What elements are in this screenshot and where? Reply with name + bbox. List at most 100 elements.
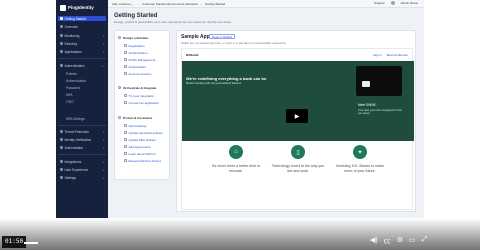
fullscreen-icon[interactable]: ⤢ bbox=[422, 236, 428, 246]
puzzle-icon bbox=[60, 160, 63, 163]
gear-icon bbox=[60, 176, 63, 179]
sidebar-subitem-mfa-settings[interactable]: MFA Settings bbox=[66, 116, 85, 121]
chevron-right-icon: › bbox=[103, 33, 104, 38]
sidebar-item-label: Threat Protection bbox=[64, 129, 89, 134]
page-title: Getting Started bbox=[114, 13, 158, 19]
player-controls: 01:50 ◀) ㏄ ⚙ ▭ ⤢ bbox=[0, 234, 480, 250]
bank-navbar: BXRetail Sign In Become Member bbox=[182, 49, 414, 61]
sidebar-item-threat-protection[interactable]: Threat Protection › bbox=[58, 129, 106, 134]
chevron-right-icon: › bbox=[103, 167, 104, 172]
checklist-item[interactable]: Registration bbox=[124, 43, 145, 48]
checklist-item-label: Add branding bbox=[128, 123, 147, 128]
sidebar-subitem-password[interactable]: Password bbox=[66, 85, 80, 90]
app-sidebar: PingIdentity Getting Started Overview Mo… bbox=[56, 0, 108, 218]
avatar[interactable] bbox=[390, 1, 395, 5]
checklist-item-label: Update password policies bbox=[128, 130, 163, 135]
checklist-item[interactable]: Authorization bbox=[124, 64, 146, 69]
sidebar-subitem-mfa[interactable]: MFA bbox=[66, 92, 73, 97]
checklist-item[interactable]: Authentication bbox=[124, 50, 148, 55]
sidebar-item-authentication[interactable]: Authentication ⌄ bbox=[58, 63, 106, 68]
checklist-item[interactable]: Try your integration bbox=[124, 93, 154, 98]
checklist-item[interactable]: Connect an application bbox=[124, 100, 159, 105]
chevron-right-icon: › bbox=[103, 41, 104, 46]
sidebar-subitem-policies[interactable]: Policies bbox=[66, 71, 77, 76]
checkbox-icon bbox=[124, 58, 127, 61]
hero-side-title: Meet SHINE. bbox=[358, 103, 377, 107]
logo-text: PingIdentity bbox=[68, 5, 94, 10]
feature-card[interactable]: ▯ Technology tuned to the way you live a… bbox=[270, 145, 326, 173]
bank-hero: We're redefining everything a bank can b… bbox=[182, 61, 414, 141]
palette-icon bbox=[60, 168, 63, 171]
progress-circle-icon bbox=[118, 86, 121, 89]
checklist-item-label: Try your integration bbox=[128, 93, 155, 98]
checklist-section-title[interactable]: Orchestrate & Integrate bbox=[118, 85, 156, 90]
reset-to-default-button[interactable]: Reset to Default bbox=[209, 34, 236, 39]
checklist-item-label: Add agreements bbox=[128, 144, 151, 149]
sidebar-item-label: Applications bbox=[64, 49, 82, 54]
sidebar-item-integrations[interactable]: Integrations › bbox=[58, 159, 106, 164]
checklist-item-label: Update MFA policies bbox=[128, 137, 156, 142]
checklist-item[interactable]: Profile Management bbox=[124, 57, 155, 62]
checklist-item[interactable]: Request DaVinci Access bbox=[124, 158, 161, 163]
checklist-section-title[interactable]: Protect & Customize bbox=[118, 115, 152, 120]
sidebar-item-applications[interactable]: Applications › bbox=[58, 49, 106, 54]
sidebar-item-directory[interactable]: Directory › bbox=[58, 41, 106, 46]
video-player[interactable]: PingIdentity Getting Started Overview Mo… bbox=[0, 0, 480, 250]
feature-text: It's never been a better time to relocat… bbox=[211, 164, 261, 173]
getting-started-checklist: Design a Solution Registration Authentic… bbox=[114, 30, 170, 180]
checklist-item[interactable]: Add agreements bbox=[124, 144, 151, 149]
app-logo: PingIdentity bbox=[60, 4, 94, 11]
bank-become-member-link[interactable]: Become Member bbox=[387, 53, 408, 57]
sidebar-item-monitoring[interactable]: Monitoring › bbox=[58, 33, 106, 38]
picture-in-picture-icon[interactable]: ▭ bbox=[409, 236, 416, 246]
sidebar-item-authorization[interactable]: Authorization › bbox=[58, 145, 106, 150]
sidebar-item-user-experience[interactable]: User Experience › bbox=[58, 167, 106, 172]
sidebar-subitem-fido[interactable]: FIDO bbox=[66, 99, 74, 104]
settings-icon[interactable]: ⚙ bbox=[397, 236, 403, 246]
feature-card[interactable]: ✦ Investing 101: Basics to make more of … bbox=[332, 145, 388, 173]
user-menu[interactable]: Admin Name bbox=[401, 1, 418, 5]
breadcrumb-environment[interactable]: trial_customer_... bbox=[112, 2, 135, 6]
checklist-section-title[interactable]: Design a Solution bbox=[118, 35, 148, 40]
sidebar-item-identity-verification[interactable]: Identity Verification › bbox=[58, 137, 106, 142]
explore-menu[interactable]: Explore bbox=[374, 1, 384, 5]
play-icon[interactable]: ▶ bbox=[286, 109, 308, 123]
checklist-item-label: Connect an application bbox=[128, 100, 160, 105]
sidebar-item-settings[interactable]: Settings › bbox=[58, 175, 106, 180]
checkbox-icon bbox=[124, 51, 127, 54]
share-icon[interactable]: ➤ bbox=[444, 8, 452, 19]
checklist-item[interactable]: Update MFA policies bbox=[124, 137, 156, 142]
volume-icon[interactable]: ◀) bbox=[370, 236, 378, 246]
bank-sign-in-link[interactable]: Sign In bbox=[373, 53, 382, 57]
sidebar-item-getting-started[interactable]: Getting Started bbox=[58, 16, 106, 21]
hero-side-subtitle: Your card, your rules. Designed for how … bbox=[358, 109, 402, 116]
hero-subtitle: Modern banking with truly personalized f… bbox=[186, 82, 242, 85]
monitor-icon bbox=[60, 34, 63, 37]
section-title-text: Design a Solution bbox=[123, 35, 149, 40]
applications-icon bbox=[60, 50, 63, 53]
section-title-text: Protect & Customize bbox=[123, 115, 153, 120]
breadcrumb-current: Getting Started bbox=[205, 1, 226, 6]
sidebar-divider bbox=[58, 125, 106, 126]
breadcrumb-solution[interactable]: Customer Solution Environment Activation bbox=[142, 2, 198, 6]
sidebar-item-overview[interactable]: Overview bbox=[58, 24, 106, 29]
sidebar-divider bbox=[58, 58, 106, 59]
checkbox-icon bbox=[124, 72, 127, 75]
closed-captions-icon[interactable]: ㏄ bbox=[384, 236, 391, 246]
sidebar-subitem-authentication[interactable]: Authentication bbox=[66, 78, 86, 83]
feature-card[interactable]: ⌂ It's never been a better time to reloc… bbox=[208, 145, 264, 173]
sidebar-item-label: Monitoring bbox=[64, 33, 80, 38]
bank-nav-links: Sign In Become Member bbox=[373, 53, 408, 57]
overview-icon bbox=[60, 25, 63, 28]
checklist-item[interactable]: Update password policies bbox=[124, 130, 163, 135]
checklist-item-label: Request DaVinci Access bbox=[128, 158, 162, 163]
section-title-text: Orchestrate & Integrate bbox=[123, 85, 157, 90]
checklist-item[interactable]: Learn about DaVinci bbox=[124, 151, 156, 156]
checkbox-icon bbox=[124, 124, 127, 127]
chevron-right-icon: › bbox=[103, 175, 104, 180]
key-icon bbox=[60, 64, 63, 67]
checklist-item[interactable]: Add branding bbox=[124, 123, 146, 128]
checklist-item[interactable]: Account recovery bbox=[124, 71, 152, 76]
hero-title: We're redefining everything a bank can b… bbox=[186, 76, 268, 81]
sidebar-item-label: Directory bbox=[64, 41, 78, 46]
